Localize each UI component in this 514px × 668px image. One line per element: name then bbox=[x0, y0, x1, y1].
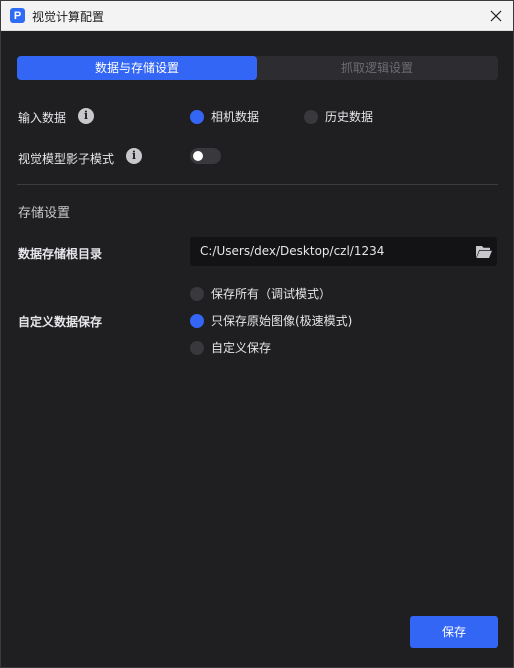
config-dialog: P 视觉计算配置 数据与存储设置 抓取逻辑设置 输入数据 i 相机数据 历史数据… bbox=[0, 0, 514, 668]
storage-section-title: 存储设置 bbox=[18, 206, 71, 221]
tab-grab-logic[interactable]: 抓取逻辑设置 bbox=[257, 56, 497, 80]
radio-label: 只保存原始图像(极速模式) bbox=[211, 314, 353, 328]
toggle-knob bbox=[193, 151, 203, 161]
close-icon bbox=[490, 10, 502, 22]
radio-unchecked-icon bbox=[190, 340, 204, 355]
radio-label: 历史数据 bbox=[325, 110, 374, 124]
root-dir-field bbox=[190, 237, 497, 266]
radio-save-all[interactable]: 保存所有（调试模式） bbox=[190, 285, 331, 302]
radio-camera-data[interactable]: 相机数据 bbox=[190, 108, 259, 125]
tab-bar: 数据与存储设置 抓取逻辑设置 bbox=[17, 56, 498, 80]
radio-checked-icon bbox=[190, 313, 204, 328]
info-icon[interactable]: i bbox=[126, 148, 142, 164]
radio-label: 相机数据 bbox=[211, 110, 260, 124]
close-button[interactable] bbox=[485, 5, 507, 27]
radio-custom-save[interactable]: 自定义保存 bbox=[190, 339, 271, 356]
divider bbox=[17, 184, 498, 185]
radio-unchecked-icon bbox=[304, 109, 318, 124]
radio-checked-icon bbox=[190, 109, 204, 124]
folder-open-icon[interactable] bbox=[476, 245, 492, 259]
tab-data-storage[interactable]: 数据与存储设置 bbox=[17, 56, 257, 80]
radio-history-data[interactable]: 历史数据 bbox=[304, 108, 373, 125]
radio-save-raw-images[interactable]: 只保存原始图像(极速模式) bbox=[190, 312, 352, 329]
root-dir-label: 数据存储根目录 bbox=[18, 247, 103, 261]
shadow-mode-label: 视觉模型影子模式 bbox=[18, 152, 115, 166]
radio-label: 保存所有（调试模式） bbox=[211, 287, 332, 301]
app-logo-icon: P bbox=[10, 8, 25, 23]
shadow-mode-toggle[interactable] bbox=[190, 148, 221, 164]
custom-save-label: 自定义数据保存 bbox=[18, 315, 103, 329]
root-dir-input[interactable] bbox=[200, 237, 470, 266]
title-bar: P 视觉计算配置 bbox=[1, 1, 513, 31]
input-data-label: 输入数据 bbox=[18, 111, 67, 125]
window-title: 视觉计算配置 bbox=[32, 10, 105, 24]
save-button[interactable]: 保存 bbox=[410, 616, 498, 648]
radio-unchecked-icon bbox=[190, 286, 204, 301]
info-icon[interactable]: i bbox=[78, 108, 94, 124]
radio-label: 自定义保存 bbox=[211, 341, 272, 355]
